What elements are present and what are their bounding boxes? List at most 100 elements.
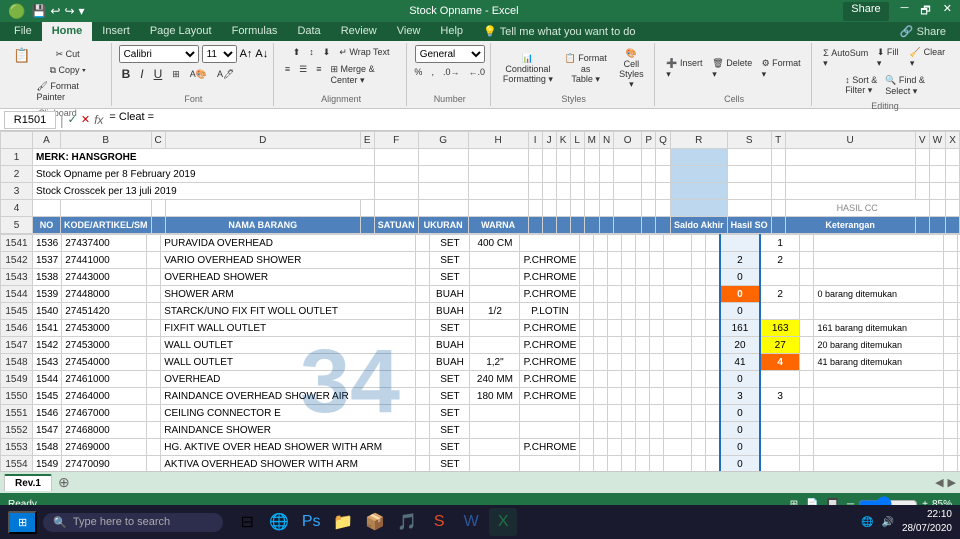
cell-keterangan[interactable]: [814, 371, 944, 388]
cell-keterangan[interactable]: [814, 269, 944, 286]
cell-saldo[interactable]: 161: [720, 320, 760, 337]
font-size-select[interactable]: 11: [202, 45, 237, 63]
start-button[interactable]: ⊞: [8, 511, 37, 534]
cell-satuan[interactable]: SET: [430, 456, 470, 472]
clear-btn[interactable]: 🧹 Clear ▾: [907, 45, 950, 71]
cell-nama[interactable]: VARIO OVERHEAD SHOWER: [161, 252, 416, 269]
cell-no[interactable]: 1547: [33, 422, 62, 439]
cell-empty-e[interactable]: [416, 456, 430, 472]
cell-keterangan[interactable]: [814, 388, 944, 405]
cell-keterangan[interactable]: 41 barang ditemukan: [814, 354, 944, 371]
cell-empty-c[interactable]: [147, 456, 161, 472]
restore-button[interactable]: 🗗: [920, 2, 930, 21]
col-header-P[interactable]: P: [642, 132, 656, 149]
col-header-I[interactable]: I: [528, 132, 542, 149]
cell-ukuran[interactable]: [470, 405, 520, 422]
more-quick-btn[interactable]: ▾: [79, 4, 85, 18]
format-cells-btn[interactable]: ⚙ Format ▾: [759, 56, 806, 82]
cell-ukuran[interactable]: [470, 456, 520, 472]
cell-satuan[interactable]: BUAH: [430, 286, 470, 303]
cell-keterangan[interactable]: 161 barang ditemukan: [814, 320, 944, 337]
number-format-select[interactable]: General: [415, 45, 485, 63]
grid-wrapper[interactable]: 34: [0, 131, 960, 471]
cell-warna[interactable]: P.CHROME: [520, 252, 580, 269]
col-header-G[interactable]: G: [418, 132, 468, 149]
close-button[interactable]: ✕: [943, 2, 952, 21]
cell-R1[interactable]: [670, 149, 727, 166]
border-button[interactable]: ⊞: [169, 67, 183, 82]
align-middle-btn[interactable]: ↕: [306, 45, 317, 60]
cell-nama[interactable]: STARCK/UNO FIX FIT WOLL OUTLET: [161, 303, 416, 320]
align-center-btn[interactable]: ☰: [296, 62, 310, 88]
cell-nama[interactable]: WALL OUTLET: [161, 354, 416, 371]
cut-button[interactable]: ✂ Cut: [33, 47, 101, 62]
cell-empty-c[interactable]: [147, 354, 161, 371]
col-header-Q[interactable]: Q: [656, 132, 671, 149]
checkmark-icon[interactable]: ✓: [68, 113, 77, 126]
cell-warna[interactable]: [520, 422, 580, 439]
cell-no[interactable]: 1546: [33, 405, 62, 422]
format-as-table-btn[interactable]: 📋 Format asTable ▾: [559, 51, 613, 87]
cell-empty-c[interactable]: [147, 439, 161, 456]
bold-button[interactable]: B: [119, 65, 134, 83]
taskbar-icon-6[interactable]: 🎵: [393, 508, 421, 536]
col-header-D[interactable]: D: [165, 132, 360, 149]
cell-empty-e[interactable]: [416, 337, 430, 354]
cell-ukuran[interactable]: [470, 252, 520, 269]
cell-hasil-so[interactable]: [760, 456, 800, 472]
cell-hasil-so[interactable]: 163: [760, 320, 800, 337]
cell-empty-c[interactable]: [147, 269, 161, 286]
cell-warna[interactable]: P.CHROME: [520, 439, 580, 456]
cell-hasil-so[interactable]: 3: [760, 388, 800, 405]
col-header-C[interactable]: C: [151, 132, 165, 149]
col-header-E[interactable]: E: [360, 132, 374, 149]
cell-hasil-so[interactable]: 2: [760, 286, 800, 303]
cell-keterangan[interactable]: [814, 456, 944, 472]
cell-warna[interactable]: [520, 456, 580, 472]
cell-empty-c[interactable]: [147, 422, 161, 439]
col-header-J[interactable]: J: [542, 132, 556, 149]
cell-keterangan[interactable]: 0 barang ditemukan: [814, 286, 944, 303]
cell-empty-c[interactable]: [147, 388, 161, 405]
cell-satuan[interactable]: SET: [430, 388, 470, 405]
percent-btn[interactable]: %: [411, 65, 425, 79]
cell-keterangan[interactable]: 20 barang ditemukan: [814, 337, 944, 354]
formula-input[interactable]: = Cleat =: [107, 111, 956, 129]
cell-hasil-so[interactable]: [760, 371, 800, 388]
task-view-btn[interactable]: ⊟: [233, 508, 261, 536]
cell-satuan[interactable]: SET: [430, 269, 470, 286]
cell-warna[interactable]: [520, 405, 580, 422]
cell-kode[interactable]: 27464000: [62, 388, 147, 405]
comma-btn[interactable]: ,: [428, 65, 437, 79]
cell-nama[interactable]: WALL OUTLET: [161, 337, 416, 354]
cell-ukuran[interactable]: 1,2": [470, 354, 520, 371]
cell-saldo[interactable]: 0: [720, 371, 760, 388]
cell-empty-c[interactable]: [147, 235, 161, 252]
cell-kode[interactable]: 27469000: [62, 439, 147, 456]
cell-saldo[interactable]: 41: [720, 354, 760, 371]
cell-empty-e[interactable]: [416, 235, 430, 252]
col-header-L[interactable]: L: [570, 132, 584, 149]
cell-hasil-so[interactable]: 2: [760, 252, 800, 269]
insert-cells-btn[interactable]: ➕ Insert ▾: [663, 56, 707, 82]
cell-ukuran[interactable]: 1/2: [470, 303, 520, 320]
cell-saldo[interactable]: 0: [720, 422, 760, 439]
tab-help[interactable]: Help: [430, 22, 473, 41]
col-header-X[interactable]: X: [946, 132, 960, 149]
sheet-tab-rev1[interactable]: Rev.1: [4, 474, 52, 491]
tab-data[interactable]: Data: [287, 22, 330, 41]
col-header-T[interactable]: T: [771, 132, 785, 149]
decrease-decimal-btn[interactable]: ←.0: [465, 65, 488, 79]
cell-empty-e[interactable]: [416, 422, 430, 439]
cell-saldo[interactable]: 0: [720, 286, 760, 303]
cell-R3[interactable]: [670, 183, 727, 200]
col-header-H[interactable]: H: [468, 132, 528, 149]
share-ribbon-btn[interactable]: 🔗 Share: [890, 22, 956, 41]
cancel-icon[interactable]: ✕: [81, 113, 90, 126]
cell-no[interactable]: 1545: [33, 388, 62, 405]
cell-satuan[interactable]: BUAH: [430, 354, 470, 371]
cell-satuan[interactable]: BUAH: [430, 337, 470, 354]
cell-satuan[interactable]: BUAH: [430, 303, 470, 320]
cell-empty-c[interactable]: [147, 252, 161, 269]
tab-page-layout[interactable]: Page Layout: [140, 22, 222, 41]
